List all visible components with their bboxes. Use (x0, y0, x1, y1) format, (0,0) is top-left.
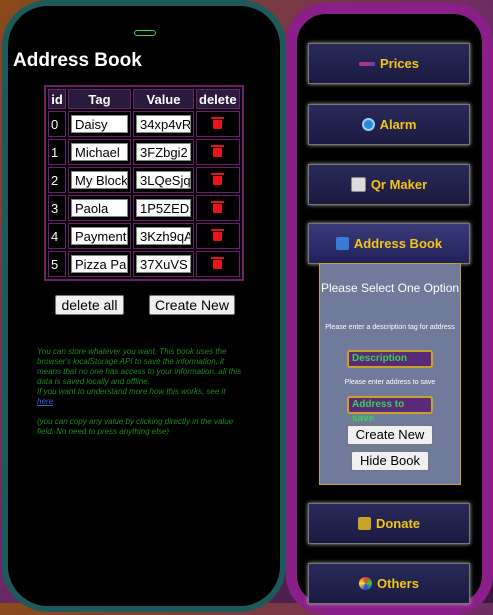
delete-all-button[interactable]: delete all (55, 295, 124, 315)
address-table: id Tag Value delete 0 Daisy 34xp4vR 1 Mi… (44, 85, 244, 281)
donate-button[interactable]: Donate (308, 503, 470, 544)
qr-icon (350, 177, 366, 192)
value-field[interactable]: 3FZbgi2 (136, 143, 191, 161)
col-header-delete: delete (196, 89, 240, 109)
prices-button[interactable]: Prices (308, 43, 470, 84)
donate-icon (357, 517, 371, 530)
alarm-clock-icon (361, 118, 375, 131)
table-row: 5 Pizza Pa 37XuVS (48, 251, 240, 277)
alarm-label: Alarm (379, 117, 417, 132)
info-link-prefix: If you want to understand more how this … (37, 387, 226, 396)
palette-icon (359, 577, 373, 590)
panel-create-new-button[interactable]: Create New (347, 425, 433, 445)
info-text-block: You can store whatever you want. This bo… (37, 347, 243, 437)
row-id: 2 (48, 167, 66, 193)
row-id: 3 (48, 195, 66, 221)
chart-icon (358, 61, 375, 66)
qr-maker-button[interactable]: Qr Maker (308, 164, 470, 205)
hide-book-button[interactable]: Hide Book (351, 451, 429, 471)
table-row: 0 Daisy 34xp4vR (48, 111, 240, 137)
address-book-icon (335, 237, 349, 250)
tag-field[interactable]: Pizza Pa (71, 255, 128, 273)
value-field[interactable]: 37XuVS (136, 255, 191, 273)
table-row: 2 My Block 3LQeSjq (48, 167, 240, 193)
tag-field[interactable]: Payment (71, 227, 128, 245)
others-label: Others (377, 576, 419, 591)
value-field[interactable]: 34xp4vR (136, 115, 191, 133)
alarm-button[interactable]: Alarm (308, 104, 470, 145)
row-id: 0 (48, 111, 66, 137)
col-header-id: id (48, 89, 66, 109)
description-prompt: Please enter a description tag for addre… (325, 324, 455, 331)
tag-field[interactable]: Daisy (71, 115, 128, 133)
phone-notch (134, 30, 156, 36)
tag-field[interactable]: Michael (71, 143, 128, 161)
tag-field[interactable]: Paola (71, 199, 128, 217)
address-prompt: Please enter address to save (344, 379, 436, 386)
info-link[interactable]: here (37, 397, 53, 406)
table-header-row: id Tag Value delete (48, 89, 240, 109)
table-row: 1 Michael 3FZbgi2 (48, 139, 240, 165)
donate-label: Donate (375, 516, 421, 531)
info-copy-text: (you can copy any value by clicking dire… (37, 417, 234, 436)
trash-icon[interactable] (211, 116, 225, 129)
create-new-button[interactable]: Create New (149, 295, 235, 315)
table-row: 4 Payment 3Kzh9qA (48, 223, 240, 249)
value-field[interactable]: 3Kzh9qA (136, 227, 191, 245)
col-header-tag: Tag (68, 89, 131, 109)
trash-icon[interactable] (211, 200, 225, 213)
address-book-button[interactable]: Address Book (308, 223, 470, 264)
row-id: 4 (48, 223, 66, 249)
info-text: You can store whatever you want. This bo… (37, 347, 242, 386)
value-field[interactable]: 1P5ZED (136, 199, 191, 217)
prices-label: Prices (379, 56, 420, 71)
row-id: 1 (48, 139, 66, 165)
table-row: 3 Paola 1P5ZED (48, 195, 240, 221)
trash-icon[interactable] (211, 144, 225, 157)
value-field[interactable]: 3LQeSjq (136, 171, 191, 189)
trash-icon[interactable] (211, 256, 225, 269)
trash-icon[interactable] (211, 228, 225, 241)
row-id: 5 (48, 251, 66, 277)
qr-label: Qr Maker (370, 177, 428, 192)
col-header-value: Value (133, 89, 194, 109)
panel-heading: Please Select One Option (320, 281, 460, 295)
trash-icon[interactable] (211, 172, 225, 185)
address-book-panel: Please Select One Option Please enter a … (319, 263, 461, 485)
tag-field[interactable]: My Block (71, 171, 128, 189)
description-input[interactable]: Description (347, 350, 433, 368)
address-label: Address Book (353, 236, 443, 251)
page-title: Address Book (13, 50, 142, 71)
others-button[interactable]: Others (308, 563, 470, 604)
address-input[interactable]: Address to save (347, 396, 433, 424)
